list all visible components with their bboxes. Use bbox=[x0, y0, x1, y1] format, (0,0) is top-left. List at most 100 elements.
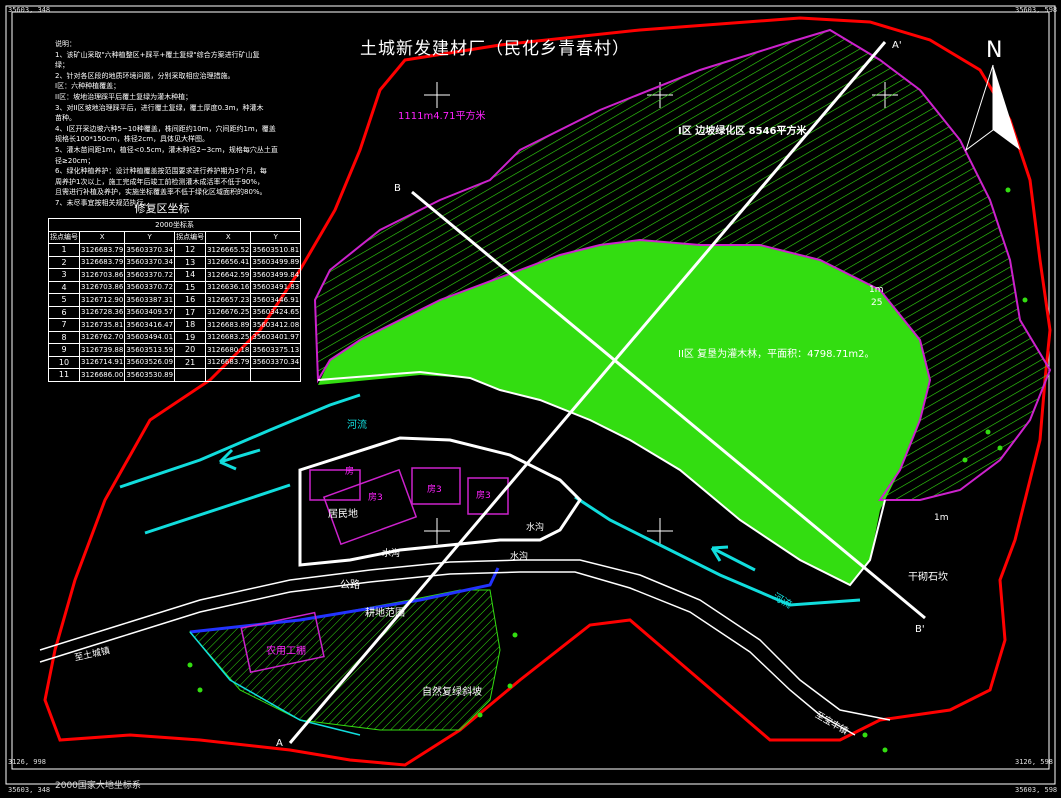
note-line: II区：坡地治理踩平后覆土复绿为灌木种植； bbox=[55, 92, 193, 101]
table-cell: 35603499.84 bbox=[250, 268, 302, 282]
table-cell: 20 bbox=[174, 343, 207, 357]
table-cell: 35603446.91 bbox=[250, 293, 302, 307]
footer-crs: 2000国家大地坐标系 bbox=[55, 781, 141, 791]
table-cell: 18 bbox=[174, 318, 207, 332]
table-cell: 9 bbox=[48, 343, 80, 357]
note-line: 5、灌木苗间距1m，植径<0.5cm，灌木种径2~3cm，规格每穴丛土直 bbox=[55, 145, 278, 154]
table-cell bbox=[174, 368, 207, 382]
table-cell: 3126728.36 bbox=[78, 305, 126, 319]
table-cell: 35603510.81 bbox=[250, 243, 302, 257]
section-a-bottom: A bbox=[276, 738, 283, 749]
farmland-label: 耕地范围 bbox=[365, 608, 405, 619]
table-cell: 3 bbox=[48, 268, 80, 282]
table-cell: 35603409.57 bbox=[124, 305, 176, 319]
section-a-top: A' bbox=[892, 40, 902, 51]
table-cell: 3126683.79 bbox=[78, 243, 126, 257]
table-row: 4 3126703.86 35603370.72 15 3126636.16 356034… bbox=[48, 280, 302, 294]
table-row: 8 3126762.70 35603494.01 19 3126683.25 356034… bbox=[48, 330, 302, 344]
table-cell: 35603513.59 bbox=[124, 343, 176, 357]
table-row: 7 3126735.81 35603416.47 18 3126683.89 356034… bbox=[48, 318, 302, 332]
table-cell: 3126714.91 bbox=[78, 355, 126, 369]
corner-bottom-right: 3126, 598 bbox=[1015, 758, 1053, 766]
house-label-c: 房3 bbox=[427, 485, 442, 495]
coord-header: Y bbox=[124, 230, 176, 244]
river-middle bbox=[144, 483, 291, 535]
note-line: I区：六种种植覆盖； bbox=[55, 82, 121, 91]
corner-bottom-right-2: 35603, 598 bbox=[1015, 786, 1058, 794]
note-line: 规格长100*150cm，株径2cm，具体见大样图。 bbox=[55, 135, 210, 144]
house-label-b: 房3 bbox=[368, 493, 383, 503]
section-b-top: B bbox=[394, 183, 401, 194]
north-arrow-icon bbox=[965, 64, 1020, 152]
river-upper bbox=[119, 393, 361, 489]
table-cell: 12 bbox=[174, 243, 207, 257]
table-cell: 35603401.97 bbox=[250, 330, 302, 344]
coord-header: 拐点编号 bbox=[48, 230, 80, 244]
coord-header: 拐点编号 bbox=[174, 230, 207, 244]
table-row: 6 3126728.36 35603409.57 17 3126676.25 356034… bbox=[48, 305, 302, 319]
table-cell: 3126735.81 bbox=[78, 318, 126, 332]
road-label: 公路 bbox=[340, 580, 360, 591]
slope-label: 自然复绿斜坡 bbox=[422, 687, 482, 698]
table-cell: 3126656.41 bbox=[205, 255, 252, 269]
table-cell: 3126683.89 bbox=[205, 318, 252, 332]
zone2-label: II区 复垦为灌木林，平面积：4798.71m2。 bbox=[678, 349, 875, 360]
table-cell: 35603526.09 bbox=[124, 355, 176, 369]
table-cell: 35603491.83 bbox=[250, 280, 302, 294]
coord-header: Y bbox=[250, 230, 302, 244]
coord-header: X bbox=[78, 230, 126, 244]
table-cell: 3126683.25 bbox=[205, 330, 252, 344]
scale-mark-1: 1m bbox=[869, 285, 884, 295]
table-cell: 3126686.00 bbox=[78, 368, 126, 382]
table-cell: 35603370.72 bbox=[124, 268, 176, 282]
table-cell: 35603530.89 bbox=[124, 368, 176, 382]
note-line: 1、该矿山采取"六种植整区+踩平+覆土复绿"综合方案进行矿山复 bbox=[55, 50, 260, 59]
table-cell: 3126676.25 bbox=[205, 305, 252, 319]
canal-label-2: 水沟 bbox=[510, 552, 529, 562]
table-cell: 3126683.79 bbox=[205, 355, 252, 369]
table-cell: 35603494.01 bbox=[124, 330, 176, 344]
table-row: 2 3126683.79 35603370.34 13 3126656.41 356034… bbox=[48, 255, 302, 269]
residential-label: 居民地 bbox=[328, 509, 358, 520]
table-cell: 13 bbox=[174, 255, 207, 269]
table-cell: 35603416.47 bbox=[124, 318, 176, 332]
table-cell: 5 bbox=[48, 293, 80, 307]
table-cell: 35603424.65 bbox=[250, 305, 302, 319]
note-line: 径≥20cm； bbox=[55, 156, 95, 165]
note-line: 绿； bbox=[55, 61, 69, 70]
scale-mark-2: 1m bbox=[934, 513, 949, 523]
table-cell: 35603412.08 bbox=[250, 318, 302, 332]
table-row: 1 3126683.79 35603370.34 12 3126665.52 356035… bbox=[48, 243, 302, 257]
table-row: 11 3126686.00 35603530.89 bbox=[48, 368, 302, 382]
table-cell: 10 bbox=[48, 355, 80, 369]
table-cell: 4 bbox=[48, 280, 80, 294]
section-b-bottom: B' bbox=[915, 624, 925, 635]
residential-outline bbox=[298, 436, 582, 567]
canal-label-1: 水沟 bbox=[382, 549, 401, 559]
note-line: 且需进行补植及养护，实施坐标覆盖率不低于绿化区域面积的80%。 bbox=[55, 188, 267, 197]
table-cell: 35603370.34 bbox=[250, 355, 302, 369]
table-cell: 3126642.59 bbox=[205, 268, 252, 282]
table-cell: 11 bbox=[48, 368, 80, 382]
notes-block: 说明： 1、该矿山采取"六种植整区+踩平+覆土复绿"综合方案进行矿山复 绿； 2… bbox=[55, 39, 295, 209]
coord-header: X bbox=[205, 230, 252, 244]
table-cell: 21 bbox=[174, 355, 207, 369]
table-row: 10 3126714.91 35603526.09 21 3126683.79 35603… bbox=[48, 355, 302, 369]
table-row: 5 3126712.90 35603387.31 16 3126657.23 356034… bbox=[48, 293, 302, 307]
coord-table: 2000坐标系 拐点编号 X Y 拐点编号 X Y 1 3126683.79 356… bbox=[47, 218, 302, 382]
note-line: 苗种。 bbox=[55, 114, 76, 123]
north-label: N bbox=[986, 38, 1003, 63]
table-cell: 35603499.89 bbox=[250, 255, 302, 269]
table-cell: 3126680.18 bbox=[205, 343, 252, 357]
table-cell bbox=[205, 368, 252, 382]
river-label-upper: 河流 bbox=[347, 420, 367, 431]
table-cell: 35603387.31 bbox=[124, 293, 176, 307]
table-cell: 3126739.88 bbox=[78, 343, 126, 357]
table-cell: 3126762.70 bbox=[78, 330, 126, 344]
table-cell: 3126636.16 bbox=[205, 280, 252, 294]
corner-bottom-left: 3126, 998 bbox=[8, 758, 46, 766]
house-label-a: 房 bbox=[345, 467, 355, 477]
coord-table-title: 修复区坐标 bbox=[134, 202, 190, 215]
table-cell: 1 bbox=[48, 243, 80, 257]
zone1-label: I区 边坡绿化区 8546平方米 bbox=[678, 126, 807, 137]
